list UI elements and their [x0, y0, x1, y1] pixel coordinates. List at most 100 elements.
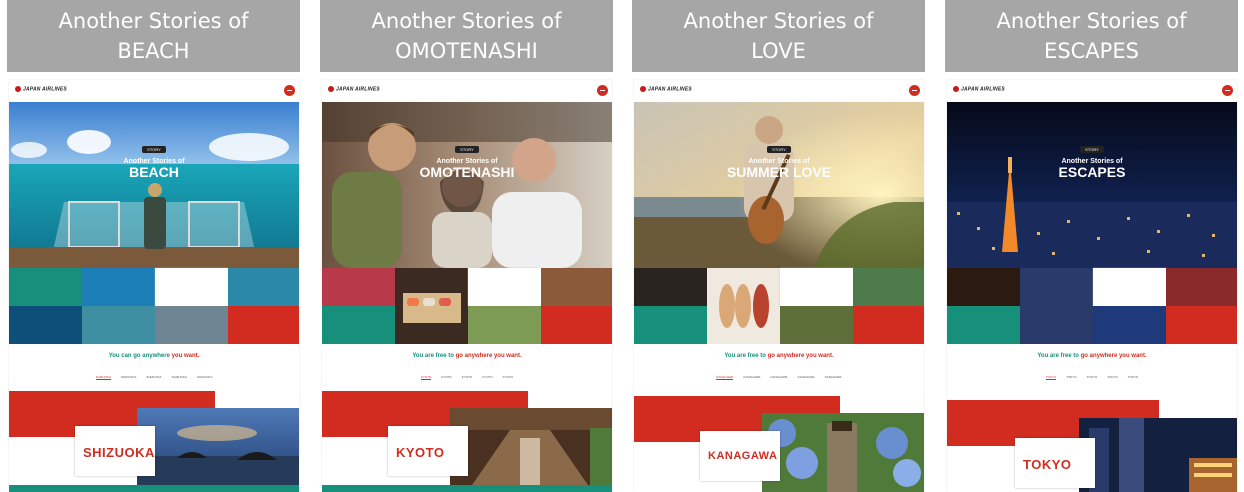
- tagline: You are free to go anywhere you want.: [412, 353, 522, 359]
- destination-card[interactable]: SHIZUOKA: [75, 426, 155, 476]
- photo-tile-yokohama[interactable]: [1093, 306, 1166, 344]
- hero-image: STORY Another Stories of BEACH: [9, 102, 299, 268]
- menu-button[interactable]: [284, 85, 295, 96]
- region-nav: TOKYO TOKYO TOKYO TOKYO TOKYO: [947, 375, 1237, 380]
- photo-tile-boat[interactable]: [155, 306, 228, 344]
- site-topbar: JAPAN AIRLINES: [634, 80, 924, 102]
- nav-item[interactable]: SHIZUOKA: [146, 375, 161, 379]
- photo-tile-izakaya[interactable]: [1166, 268, 1237, 306]
- photo-tile-sushi[interactable]: [395, 268, 468, 344]
- header-line1: Another Stories of: [996, 9, 1187, 33]
- destination-name: KANAGAWA: [708, 450, 778, 462]
- photo-tile-sandals[interactable]: [707, 268, 780, 344]
- header-line2: OMOTENASHI: [395, 39, 538, 63]
- header-line2: LOVE: [751, 39, 806, 63]
- hero-title: BEACH: [129, 164, 179, 180]
- destination-photo[interactable]: [1079, 418, 1237, 492]
- photo-tile-fireworks[interactable]: [947, 268, 1020, 306]
- destination-card[interactable]: KANAGAWA: [700, 431, 780, 481]
- nav-item[interactable]: KANAGAWA: [798, 375, 815, 379]
- photo-grid: [634, 268, 924, 344]
- jal-logo[interactable]: JAPAN AIRLINES: [15, 86, 67, 92]
- photo-tile-shop[interactable]: [541, 268, 612, 306]
- photo-tile-dancers[interactable]: [322, 268, 395, 306]
- green-tile: [634, 306, 707, 344]
- photo-tile-garden[interactable]: [853, 268, 924, 306]
- jal-logo[interactable]: JAPAN AIRLINES: [328, 86, 380, 92]
- nav-item[interactable]: KANAGAWA: [825, 375, 842, 379]
- nav-item[interactable]: KYOTO: [441, 375, 451, 379]
- destination-card[interactable]: TOKYO: [1015, 438, 1095, 488]
- nav-item[interactable]: KANAGAWA: [770, 375, 787, 379]
- red-tile: [228, 306, 299, 344]
- hero-title: ESCAPES: [1058, 164, 1126, 180]
- menu-button[interactable]: [1222, 85, 1233, 96]
- photo-tile-market[interactable]: [468, 306, 541, 344]
- website-screenshot: JAPAN AIRLINES STORY Another Stories of …: [634, 80, 924, 492]
- destination-photo[interactable]: [450, 408, 612, 488]
- destination-card[interactable]: KYOTO: [388, 426, 468, 476]
- photo-tile-underwater[interactable]: [9, 306, 82, 344]
- hero-photo: [947, 102, 1237, 268]
- menu-button[interactable]: [597, 85, 608, 96]
- hero-photo: [9, 102, 299, 268]
- hero-overlay: STORY Another Stories of BEACH: [9, 138, 299, 180]
- nav-item[interactable]: KYOTO: [503, 375, 513, 379]
- green-band: [9, 485, 299, 492]
- photo-tile-onsen[interactable]: [780, 306, 853, 344]
- nav-item[interactable]: TOKYO: [1045, 375, 1057, 380]
- destination-photo[interactable]: [137, 408, 299, 488]
- story-badge: STORY: [767, 146, 791, 153]
- jal-logo[interactable]: JAPAN AIRLINES: [640, 86, 692, 92]
- website-screenshot: JAPAN AIRLINES STORY Another Stories of …: [9, 80, 299, 492]
- nav-item[interactable]: SHIZUOKA: [172, 375, 187, 379]
- crane-icon: [640, 86, 646, 92]
- green-tile: [947, 306, 1020, 344]
- nav-item[interactable]: KYOTO: [482, 375, 492, 379]
- nav-item[interactable]: TOKYO: [1066, 375, 1076, 379]
- green-tile: [9, 268, 82, 306]
- nav-item[interactable]: KANAGAWA: [743, 375, 760, 379]
- panel-header: Another Stories of LOVE: [632, 0, 925, 72]
- nav-item[interactable]: TOKYO: [1128, 375, 1138, 379]
- photo-tile-street[interactable]: [1020, 268, 1093, 344]
- destination-photo[interactable]: [762, 413, 924, 492]
- photo-tile-coast[interactable]: [228, 268, 299, 306]
- nav-item[interactable]: SHIZUOKA: [95, 375, 111, 380]
- panel-header: Another Stories of OMOTENASHI: [320, 0, 613, 72]
- hero-image: STORY Another Stories of ESCAPES: [947, 102, 1237, 268]
- red-tile: [1166, 306, 1237, 344]
- hero-overlay: STORY Another Stories of SUMMER LOVE: [634, 138, 924, 180]
- tagline: You are free to go anywhere you want.: [724, 353, 834, 359]
- photo-tile-diver[interactable]: [82, 268, 155, 306]
- crane-icon: [328, 86, 334, 92]
- nav-item[interactable]: KANAGAWA: [716, 375, 734, 380]
- nav-item[interactable]: SHIZUOKA: [121, 375, 136, 379]
- green-band: [322, 485, 612, 492]
- menu-button[interactable]: [909, 85, 920, 96]
- nav-item[interactable]: TOKYO: [1107, 375, 1117, 379]
- jal-logo[interactable]: JAPAN AIRLINES: [953, 86, 1005, 92]
- panel-omotenashi: Another Stories of OMOTENASHI JAPAN AIRL…: [320, 0, 613, 492]
- destination-name: TOKYO: [1023, 457, 1072, 472]
- website-screenshot: JAPAN AIRLINES STORY Another Stories of …: [947, 80, 1237, 492]
- quote-card: [468, 268, 541, 306]
- photo-grid: [322, 268, 612, 344]
- nav-item[interactable]: KYOTO: [420, 375, 432, 380]
- hero-title: SUMMER LOVE: [726, 164, 832, 180]
- hero-overlay: STORY Another Stories of OMOTENASHI: [322, 138, 612, 180]
- photo-tile-lanterns[interactable]: [634, 268, 707, 306]
- hero-photo: [634, 102, 924, 268]
- story-badge: STORY: [455, 146, 479, 153]
- region-nav: KYOTO KYOTO KYOTO KYOTO KYOTO: [322, 375, 612, 380]
- website-screenshot: JAPAN AIRLINES STORY Another Stories of: [322, 80, 612, 492]
- tagline: You are free to go anywhere you want.: [1037, 353, 1147, 359]
- nav-item[interactable]: KYOTO: [462, 375, 472, 379]
- red-tile: [853, 306, 924, 344]
- nav-item[interactable]: TOKYO: [1087, 375, 1097, 379]
- quote-card: [1093, 268, 1166, 306]
- photo-tile-turtle[interactable]: [82, 306, 155, 344]
- nav-item[interactable]: SHIZUOKA: [197, 375, 212, 379]
- site-topbar: JAPAN AIRLINES: [322, 80, 612, 102]
- panel-header: Another Stories of ESCAPES: [945, 0, 1238, 72]
